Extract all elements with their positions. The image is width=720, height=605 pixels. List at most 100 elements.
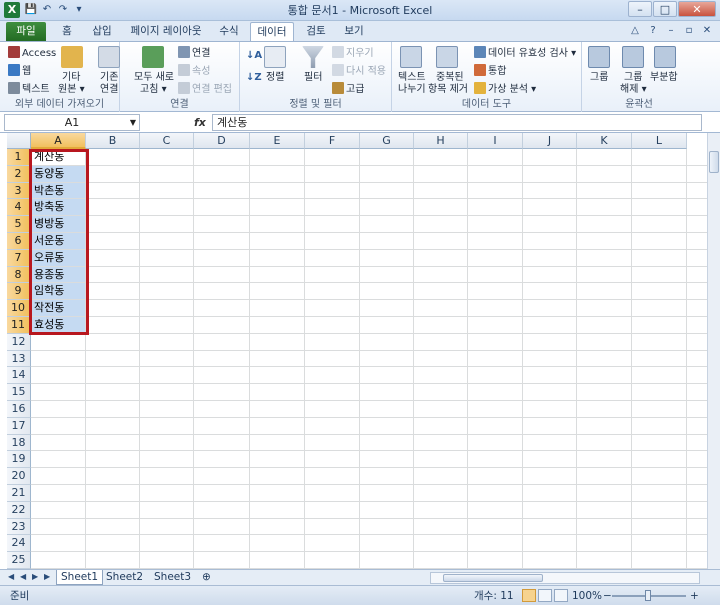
formula-input[interactable]: 계산동 — [212, 114, 702, 131]
tab-data[interactable]: 데이터 — [250, 22, 294, 41]
tab-review[interactable]: 검토 — [300, 22, 332, 41]
worksheet-grid[interactable]: A B C D E F G H I J K L 1 2 3 4 5 6 7 8 9 10 11 12 13 14 15 16 17 18 1… — [0, 133, 720, 569]
row-header[interactable]: 23 — [7, 518, 31, 536]
cell-a7[interactable]: 오류동 — [32, 249, 85, 266]
column-header[interactable]: D — [194, 133, 250, 149]
next-sheet-icon[interactable]: ▶ — [32, 572, 38, 581]
subtotal-label[interactable]: 부분합 — [650, 72, 678, 84]
page-layout-view-icon[interactable] — [538, 589, 552, 602]
row-header[interactable]: 7 — [7, 249, 31, 267]
cell-a9[interactable]: 임학동 — [32, 283, 85, 300]
clear-button[interactable]: 지우기 — [332, 46, 374, 60]
other-sources-label1[interactable]: 기타 — [62, 72, 80, 84]
column-header[interactable]: J — [523, 133, 577, 149]
cell-a1[interactable]: 계산동 — [32, 149, 85, 165]
last-sheet-icon[interactable]: ▶ — [44, 572, 50, 581]
text-to-columns-label1[interactable]: 텍스트 — [398, 72, 426, 84]
tab-file[interactable]: 파일 — [6, 22, 46, 41]
row-header[interactable]: 22 — [7, 501, 31, 519]
cell-a5[interactable]: 병방동 — [32, 216, 85, 232]
zoom-out-icon[interactable]: − — [603, 589, 612, 603]
column-header[interactable]: L — [632, 133, 687, 149]
normal-view-icon[interactable] — [522, 589, 536, 602]
cell-a8[interactable]: 용종동 — [32, 266, 85, 283]
other-sources-icon[interactable] — [61, 46, 83, 68]
chevron-down-icon[interactable]: ▼ — [130, 115, 136, 130]
row-header[interactable]: 11 — [7, 317, 31, 334]
tab-insert[interactable]: 삽입 — [86, 22, 118, 41]
prev-sheet-icon[interactable]: ◀ — [20, 572, 26, 581]
horizontal-scrollbar[interactable] — [430, 572, 700, 584]
column-header[interactable]: G — [360, 133, 414, 149]
refresh-all-icon[interactable] — [142, 46, 164, 68]
row-header[interactable]: 13 — [7, 350, 31, 368]
cell-a3[interactable]: 박촌동 — [32, 182, 85, 199]
row-header[interactable]: 18 — [7, 434, 31, 452]
select-all-corner[interactable] — [7, 133, 31, 149]
group-icon[interactable] — [588, 46, 610, 68]
remove-duplicates-label1[interactable]: 중복된 — [436, 72, 464, 84]
text-import-button[interactable]: 텍스트 — [8, 82, 50, 96]
group-label[interactable]: 그룹 — [590, 72, 608, 84]
row-header[interactable]: 3 — [7, 182, 31, 200]
web-button[interactable]: 웹 — [8, 64, 31, 78]
tab-home[interactable]: 홈 — [54, 22, 80, 41]
horizontal-scroll-thumb[interactable] — [443, 574, 543, 582]
row-header[interactable]: 8 — [7, 266, 31, 284]
row-header[interactable]: 10 — [7, 300, 31, 317]
doc-close-icon[interactable]: ✕ — [700, 24, 714, 38]
row-header[interactable]: 6 — [7, 233, 31, 250]
column-header[interactable]: B — [86, 133, 140, 149]
sort-asc-icon[interactable]: ↓A — [246, 50, 262, 62]
ungroup-icon[interactable] — [622, 46, 644, 68]
text-to-columns-icon[interactable] — [400, 46, 422, 68]
row-header[interactable]: 17 — [7, 417, 31, 435]
sort-desc-icon[interactable]: ↓Z — [246, 72, 262, 84]
minimize-button[interactable]: – — [628, 1, 652, 17]
advanced-button[interactable]: 고급 — [332, 82, 364, 96]
row-header[interactable]: 25 — [7, 552, 31, 569]
zoom-level[interactable]: 100% — [572, 589, 602, 603]
row-header[interactable]: 4 — [7, 199, 31, 217]
row-header[interactable]: 19 — [7, 451, 31, 469]
row-header[interactable]: 5 — [7, 216, 31, 233]
cell-a6[interactable]: 서운동 — [32, 233, 85, 249]
close-button[interactable]: ✕ — [678, 1, 716, 17]
doc-minimize-icon[interactable]: – — [664, 24, 678, 38]
row-header[interactable]: 2 — [7, 165, 31, 183]
ribbon-minimize-icon[interactable]: △ — [628, 24, 642, 38]
cell-a2[interactable]: 동양동 — [32, 165, 85, 182]
help-icon[interactable]: ? — [646, 24, 660, 38]
reapply-button[interactable]: 다시 적용 — [332, 64, 386, 78]
insert-sheet-icon[interactable]: ⊕ — [198, 570, 215, 585]
what-if-button[interactable]: 가상 분석 ▾ — [474, 82, 536, 96]
column-header[interactable]: K — [577, 133, 632, 149]
refresh-all-label1[interactable]: 모두 새로 — [134, 72, 174, 84]
sheet-tab-1[interactable]: Sheet1 — [56, 570, 104, 585]
maximize-button[interactable]: □ — [653, 1, 677, 17]
existing-connections-label1[interactable]: 기존 — [100, 72, 118, 84]
name-box[interactable]: A1 ▼ — [4, 114, 140, 131]
filter-label[interactable]: 필터 — [304, 72, 322, 84]
row-header[interactable]: 24 — [7, 535, 31, 553]
row-header[interactable]: 1 — [7, 149, 31, 166]
cell-a4[interactable]: 방축동 — [32, 199, 85, 216]
column-header[interactable]: C — [140, 133, 194, 149]
sort-label[interactable]: 정렬 — [266, 72, 284, 84]
row-header[interactable]: 20 — [7, 468, 31, 485]
remove-duplicates-icon[interactable] — [436, 46, 458, 68]
row-header[interactable]: 21 — [7, 485, 31, 502]
access-button[interactable]: Access — [8, 46, 56, 60]
vertical-scroll-thumb[interactable] — [709, 151, 719, 173]
tab-view[interactable]: 보기 — [338, 22, 370, 41]
row-header[interactable]: 9 — [7, 283, 31, 301]
row-header[interactable]: 16 — [7, 401, 31, 418]
column-header[interactable]: F — [305, 133, 360, 149]
tab-page-layout[interactable]: 페이지 레이아웃 — [126, 22, 206, 41]
vertical-scrollbar[interactable] — [707, 133, 720, 569]
row-header[interactable]: 15 — [7, 384, 31, 401]
doc-restore-icon[interactable]: ▫ — [682, 24, 696, 38]
cell-a10[interactable]: 작전동 — [32, 300, 85, 316]
data-validation-button[interactable]: 데이터 유효성 검사 ▾ — [474, 46, 576, 60]
sheet-tab-3[interactable]: Sheet3 — [150, 570, 195, 585]
